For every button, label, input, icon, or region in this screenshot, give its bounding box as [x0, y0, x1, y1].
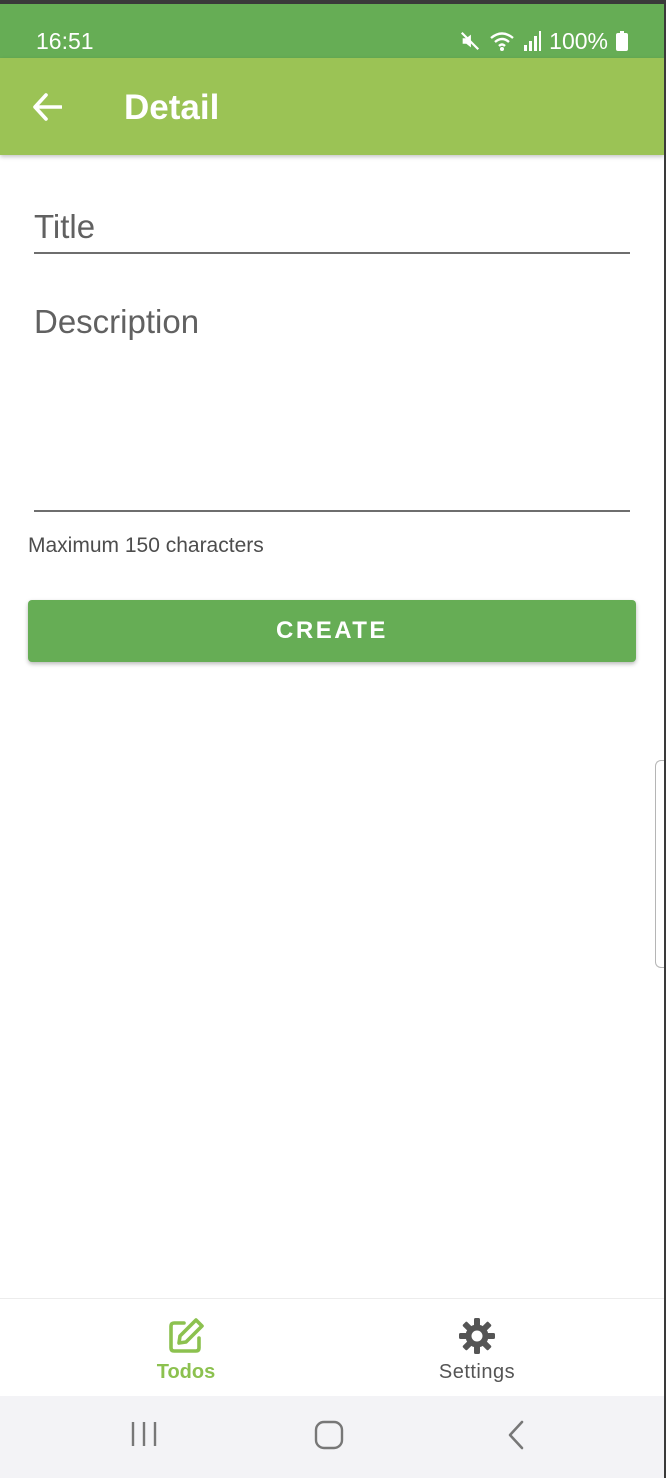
description-input[interactable]	[34, 284, 630, 510]
screen: 16:51 100% Detail Maximum 150 char	[0, 4, 664, 1478]
status-icons: 100%	[459, 28, 628, 54]
mute-icon	[459, 30, 481, 52]
app-bar: Detail	[0, 58, 664, 155]
bottom-nav: Todos Settings	[0, 1298, 664, 1397]
signal-icon	[523, 31, 542, 51]
scroll-indicator	[655, 760, 664, 968]
back-arrow-icon	[33, 93, 62, 121]
status-bar: 16:51 100%	[0, 4, 664, 58]
nav-item-todos[interactable]: Todos	[86, 1299, 286, 1397]
description-field[interactable]	[34, 284, 630, 512]
wifi-icon	[489, 30, 515, 52]
helper-text: Maximum 150 characters	[28, 534, 264, 557]
recents-icon[interactable]	[130, 1420, 158, 1448]
home-icon[interactable]	[314, 1420, 344, 1450]
title-input[interactable]	[34, 190, 630, 252]
create-button[interactable]: CREATE	[28, 600, 636, 662]
edit-square-icon	[169, 1318, 204, 1353]
back-arrow-button[interactable]	[26, 86, 68, 128]
gear-icon	[459, 1318, 495, 1354]
battery-percent: 100%	[549, 27, 608, 54]
page-title: Detail	[124, 88, 220, 127]
nav-label-todos: Todos	[156, 1361, 216, 1383]
nav-label-settings: Settings	[438, 1361, 516, 1383]
title-field[interactable]	[34, 190, 630, 254]
battery-icon	[616, 31, 628, 51]
back-icon[interactable]	[506, 1420, 526, 1450]
system-nav-bar	[0, 1396, 664, 1478]
status-time: 16:51	[36, 28, 94, 54]
nav-item-settings[interactable]: Settings	[377, 1299, 577, 1397]
